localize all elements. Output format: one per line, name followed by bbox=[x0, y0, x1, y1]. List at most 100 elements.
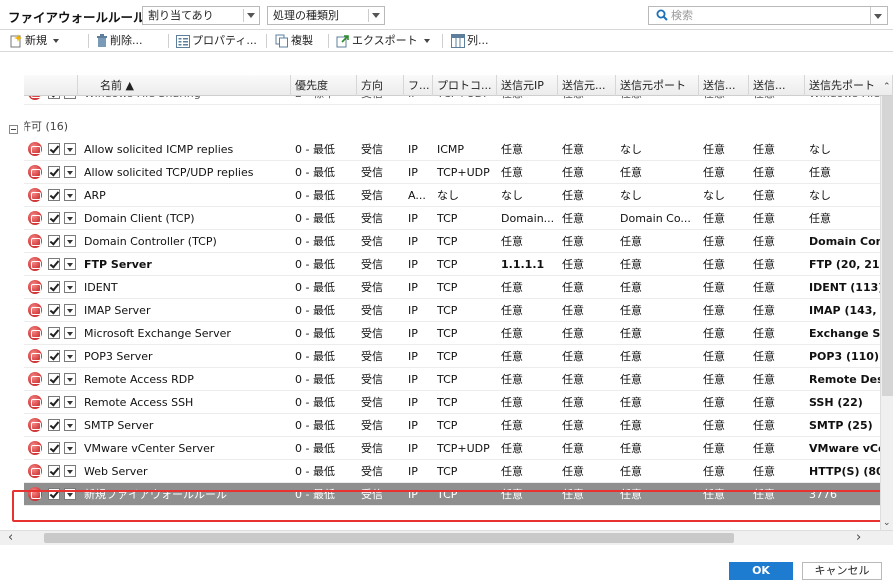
delete-button[interactable]: 削除... bbox=[96, 33, 143, 49]
column-header-direction[interactable]: 方向 bbox=[357, 75, 404, 96]
rule-frame: IP bbox=[408, 143, 418, 156]
row-menu-icon[interactable] bbox=[64, 373, 76, 385]
column-header-destination-mac[interactable]: 送信... bbox=[749, 75, 805, 96]
table-row[interactable]: Allow solicited TCP/UDP replies 0 - 最低 受信 I… bbox=[24, 161, 880, 184]
rule-destination-ip: 任意 bbox=[703, 304, 725, 317]
table-row[interactable]: ARP 0 - 最低 受信 A... なし なし 任意 なし なし 任意 なし bbox=[24, 184, 880, 207]
enabled-checkbox[interactable] bbox=[48, 419, 60, 431]
column-header-protocol[interactable]: プロトコ... bbox=[433, 75, 497, 96]
rule-name: POP3 Server bbox=[84, 350, 153, 363]
new-button[interactable]: 新規 bbox=[9, 33, 59, 49]
column-header-frame[interactable]: フ... bbox=[404, 75, 433, 96]
table-row[interactable]: Domain Client (TCP) 0 - 最低 受信 IP TCP Domain..… bbox=[24, 207, 880, 230]
export-button[interactable]: エクスポート bbox=[336, 33, 430, 49]
vertical-scroll-thumb[interactable] bbox=[882, 96, 893, 396]
column-header-source-port[interactable]: 送信元ポート bbox=[616, 75, 699, 96]
scroll-down-icon[interactable]: ⌄ bbox=[883, 518, 891, 528]
rule-destination-port: SSH (22) bbox=[809, 396, 863, 409]
enabled-checkbox[interactable] bbox=[48, 327, 60, 339]
table-row[interactable]: Allow solicited ICMP replies 0 - 最低 受信 IP IC… bbox=[24, 138, 880, 161]
columns-button[interactable]: 列... bbox=[451, 33, 489, 49]
cancel-button[interactable]: キャンセル bbox=[802, 562, 882, 580]
rule-destination-port: IDENT (113) bbox=[809, 281, 880, 294]
table-row[interactable]: Windows File Sharing 2 - 標準 受信 IP TCP+UD… bbox=[24, 96, 880, 105]
table-row[interactable]: POP3 Server 0 - 最低 受信 IP TCP 任意 任意 任意 任意 任意 POP3 (… bbox=[24, 345, 880, 368]
duplicate-button[interactable]: 複製 bbox=[275, 33, 313, 49]
row-menu-icon[interactable] bbox=[64, 143, 76, 155]
enabled-checkbox[interactable] bbox=[48, 465, 60, 477]
rule-protocol: TCP+UDP bbox=[437, 442, 490, 455]
scroll-right-icon[interactable]: › bbox=[856, 531, 861, 545]
rule-direction: 受信 bbox=[361, 212, 383, 225]
table-row[interactable]: 新規ファイアウォールルール 0 - 最低 受信 IP TCP 任意 任意 任意 任意 任意 3776 bbox=[24, 483, 880, 506]
row-menu-icon[interactable] bbox=[64, 488, 76, 500]
row-menu-icon[interactable] bbox=[64, 327, 76, 339]
ok-button[interactable]: OK bbox=[729, 562, 793, 580]
rule-source-mac: 任意 bbox=[562, 212, 584, 225]
type-filter-dropdown[interactable]: 処理の種類別 bbox=[267, 6, 385, 25]
scroll-left-icon[interactable]: ‹ bbox=[8, 531, 13, 545]
chevron-down-icon[interactable] bbox=[874, 14, 882, 19]
search-input[interactable]: 検索 bbox=[648, 6, 888, 25]
table-row[interactable]: IDENT 0 - 最低 受信 IP TCP 任意 任意 任意 任意 任意 IDENT (113) bbox=[24, 276, 880, 299]
table-row[interactable]: Web Server 0 - 最低 受信 IP TCP 任意 任意 任意 任意 任意 HTTP(S)… bbox=[24, 460, 880, 483]
row-menu-icon[interactable] bbox=[64, 304, 76, 316]
dialog-footer: OK キャンセル bbox=[0, 545, 893, 585]
row-menu-icon[interactable] bbox=[64, 258, 76, 270]
rule-source-port: 任意 bbox=[620, 235, 642, 248]
enabled-checkbox[interactable] bbox=[48, 143, 60, 155]
column-header-name[interactable]: 名前 ▲ bbox=[78, 75, 291, 96]
rule-destination-ip: 任意 bbox=[703, 465, 725, 478]
rule-source-mac: 任意 bbox=[562, 258, 584, 271]
column-header-source-ip[interactable]: 送信元IP bbox=[497, 75, 558, 96]
enabled-checkbox[interactable] bbox=[48, 442, 60, 454]
vertical-scrollbar[interactable]: ⌃ ⌄ bbox=[880, 82, 893, 530]
enabled-checkbox[interactable] bbox=[48, 96, 60, 99]
enabled-checkbox[interactable] bbox=[48, 373, 60, 385]
row-menu-icon[interactable] bbox=[64, 235, 76, 247]
horizontal-scrollbar[interactable]: ‹ › bbox=[0, 530, 893, 545]
enabled-checkbox[interactable] bbox=[48, 281, 60, 293]
row-menu-icon[interactable] bbox=[64, 396, 76, 408]
enabled-checkbox[interactable] bbox=[48, 304, 60, 316]
horizontal-scroll-thumb[interactable] bbox=[44, 533, 734, 543]
table-row[interactable]: IMAP Server 0 - 最低 受信 IP TCP 任意 任意 任意 任意 任意 IMAP (… bbox=[24, 299, 880, 322]
table-row[interactable]: SMTP Server 0 - 最低 受信 IP TCP 任意 任意 任意 任意 任意 SMTP (… bbox=[24, 414, 880, 437]
table-row[interactable]: Domain Controller (TCP) 0 - 最低 受信 IP TCP 任意 任意… bbox=[24, 230, 880, 253]
enabled-checkbox[interactable] bbox=[48, 258, 60, 270]
table-row[interactable]: Microsoft Exchange Server 0 - 最低 受信 IP TCP 任意… bbox=[24, 322, 880, 345]
row-menu-icon[interactable] bbox=[64, 212, 76, 224]
enabled-checkbox[interactable] bbox=[48, 488, 60, 500]
table-row[interactable]: Remote Access SSH 0 - 最低 受信 IP TCP 任意 任意 任意 任意 任意… bbox=[24, 391, 880, 414]
row-menu-icon[interactable] bbox=[64, 281, 76, 293]
row-menu-icon[interactable] bbox=[64, 419, 76, 431]
table-row[interactable]: Remote Access RDP 0 - 最低 受信 IP TCP 任意 任意 任意 任意 任意… bbox=[24, 368, 880, 391]
row-menu-icon[interactable] bbox=[64, 96, 76, 99]
column-header-source-mac[interactable]: 送信元... bbox=[558, 75, 616, 96]
rule-icon bbox=[28, 142, 42, 156]
row-menu-icon[interactable] bbox=[64, 189, 76, 201]
column-header-priority[interactable]: 優先度 bbox=[291, 75, 357, 96]
rule-source-port: Domain Co... bbox=[620, 212, 691, 225]
scroll-up-icon[interactable]: ⌃ bbox=[883, 82, 891, 92]
enabled-checkbox[interactable] bbox=[48, 350, 60, 362]
enabled-checkbox[interactable] bbox=[48, 235, 60, 247]
enabled-checkbox[interactable] bbox=[48, 212, 60, 224]
row-menu-icon[interactable] bbox=[64, 442, 76, 454]
enabled-checkbox[interactable] bbox=[48, 189, 60, 201]
row-menu-icon[interactable] bbox=[64, 350, 76, 362]
rule-source-mac: 任意 bbox=[562, 488, 584, 501]
table-row[interactable]: FTP Server 0 - 最低 受信 IP TCP 1.1.1.1 任意 任意 任意 任意 FT… bbox=[24, 253, 880, 276]
enabled-checkbox[interactable] bbox=[48, 166, 60, 178]
properties-button[interactable]: プロパティ... bbox=[176, 33, 257, 49]
group-header-allow[interactable]: 許可 (16) bbox=[24, 115, 880, 138]
row-menu-icon[interactable] bbox=[64, 166, 76, 178]
collapse-group-icon[interactable] bbox=[9, 125, 18, 134]
rule-destination-mac: 任意 bbox=[753, 327, 775, 340]
table-row[interactable]: VMware vCenter Server 0 - 最低 受信 IP TCP+UDP 任意… bbox=[24, 437, 880, 460]
column-header-destination-ip[interactable]: 送信... bbox=[699, 75, 749, 96]
assign-filter-dropdown[interactable]: 割り当てあり bbox=[142, 6, 260, 25]
enabled-checkbox[interactable] bbox=[48, 396, 60, 408]
row-menu-icon[interactable] bbox=[64, 465, 76, 477]
column-header-destination-port[interactable]: 送信先ポート bbox=[805, 75, 893, 96]
